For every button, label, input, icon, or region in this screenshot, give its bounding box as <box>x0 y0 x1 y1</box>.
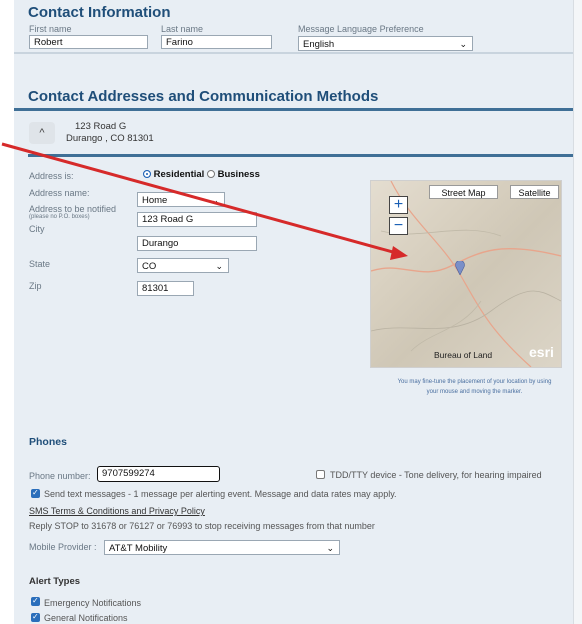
annotation-arrow <box>1 142 408 260</box>
